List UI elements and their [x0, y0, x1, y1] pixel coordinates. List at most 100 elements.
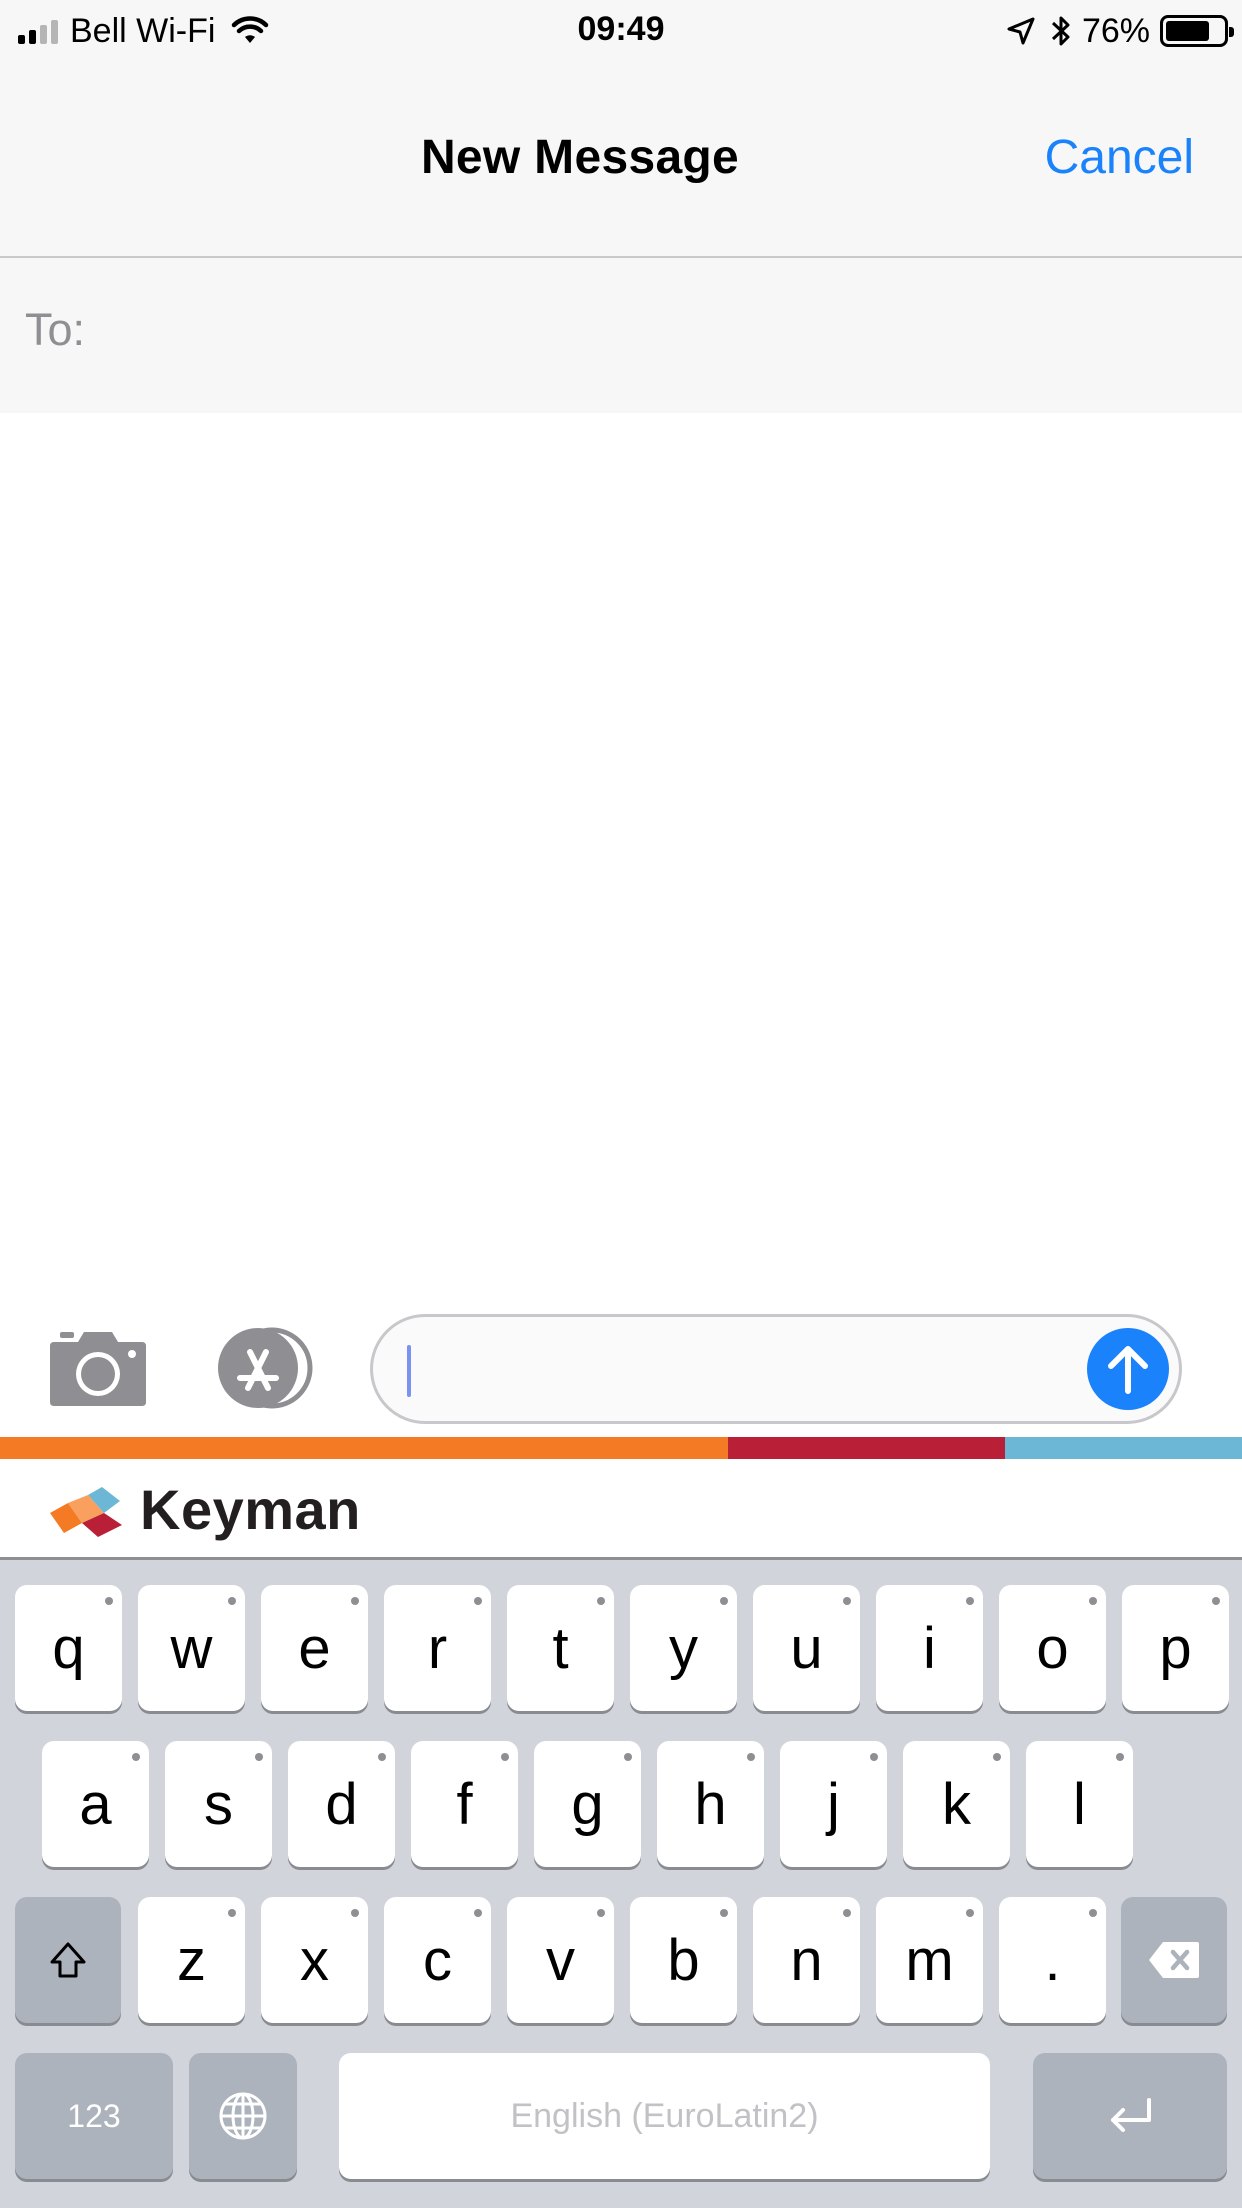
bluetooth-icon	[1051, 16, 1070, 46]
key-k[interactable]: k	[903, 1741, 1010, 1867]
space-bar[interactable]: English (EuroLatin2)	[339, 2053, 990, 2179]
key-v[interactable]: v	[507, 1897, 614, 2023]
key-o[interactable]: o	[999, 1585, 1106, 1711]
key-i[interactable]: i	[876, 1585, 983, 1711]
key-label: s	[204, 1771, 233, 1837]
numbers-key[interactable]: 123	[15, 2053, 173, 2179]
key-w[interactable]: w	[138, 1585, 245, 1711]
keyboard: q w e r t y u i o p a s d f g h j k l z x c v b n m. 123 Englis…	[0, 1560, 1242, 2208]
longpress-indicator	[132, 1753, 140, 1761]
longpress-indicator	[474, 1597, 482, 1605]
status-right: 76%	[1006, 12, 1234, 50]
message-input[interactable]	[370, 1314, 1182, 1424]
globe-key[interactable]	[189, 2053, 297, 2179]
battery-fill	[1166, 21, 1209, 41]
longpress-indicator	[597, 1597, 605, 1605]
app-store-icon	[218, 1327, 313, 1409]
key-s[interactable]: s	[165, 1741, 272, 1867]
to-field[interactable]: To:	[0, 258, 1242, 413]
key-r[interactable]: r	[384, 1585, 491, 1711]
keyman-brand-name: Keyman	[140, 1478, 361, 1541]
longpress-indicator	[228, 1597, 236, 1605]
longpress-indicator	[870, 1753, 878, 1761]
key-g[interactable]: g	[534, 1741, 641, 1867]
keyman-logo-icon	[50, 1487, 122, 1537]
camera-icon	[50, 1332, 146, 1406]
key-b[interactable]: b	[630, 1897, 737, 2023]
key-j[interactable]: j	[780, 1741, 887, 1867]
text-caret	[407, 1345, 411, 1397]
key-c[interactable]: c	[384, 1897, 491, 2023]
key-z[interactable]: z	[138, 1897, 245, 2023]
key-q[interactable]: q	[15, 1585, 122, 1711]
longpress-indicator	[720, 1597, 728, 1605]
longpress-indicator	[255, 1753, 263, 1761]
key-label: j	[827, 1771, 840, 1837]
app-store-button[interactable]	[210, 1326, 320, 1410]
longpress-indicator	[228, 1909, 236, 1917]
longpress-indicator	[351, 1909, 359, 1917]
key-label: b	[667, 1927, 700, 1993]
return-key[interactable]	[1033, 2053, 1227, 2179]
key-label: .	[1044, 1927, 1061, 1993]
key-label: u	[790, 1615, 823, 1681]
longpress-indicator	[1116, 1753, 1124, 1761]
key-t[interactable]: t	[507, 1585, 614, 1711]
battery-icon	[1160, 15, 1234, 47]
globe-icon	[219, 2092, 267, 2140]
longpress-indicator	[378, 1753, 386, 1761]
key-label: w	[170, 1615, 213, 1681]
key-label: q	[52, 1615, 85, 1681]
key-m[interactable]: m	[876, 1897, 983, 2023]
key-label: n	[790, 1927, 823, 1993]
key-label: v	[546, 1927, 575, 1993]
key-label: o	[1036, 1615, 1069, 1681]
key-n[interactable]: n	[753, 1897, 860, 2023]
camera-button[interactable]	[48, 1328, 148, 1408]
key-l[interactable]: l	[1026, 1741, 1133, 1867]
key-label: h	[694, 1771, 727, 1837]
key-e[interactable]: e	[261, 1585, 368, 1711]
key-label: l	[1073, 1771, 1086, 1837]
key-x[interactable]: x	[261, 1897, 368, 2023]
key-h[interactable]: h	[657, 1741, 764, 1867]
key-label: m	[905, 1927, 954, 1993]
key-y[interactable]: y	[630, 1585, 737, 1711]
numbers-key-label: 123	[67, 2097, 121, 2134]
longpress-indicator	[351, 1597, 359, 1605]
key-label: x	[300, 1927, 329, 1993]
to-label: To:	[25, 304, 86, 355]
shift-key[interactable]	[15, 1897, 121, 2023]
longpress-indicator	[1212, 1597, 1220, 1605]
key-p[interactable]: p	[1122, 1585, 1229, 1711]
nav-bar: New Message Cancel	[0, 62, 1242, 258]
longpress-indicator	[597, 1909, 605, 1917]
longpress-indicator	[843, 1597, 851, 1605]
key-label: z	[177, 1927, 206, 1993]
message-thread-area	[0, 413, 1242, 1313]
send-button[interactable]	[1087, 1328, 1169, 1410]
key-label: r	[427, 1615, 448, 1681]
key-u[interactable]: u	[753, 1585, 860, 1711]
composer-bar	[0, 1300, 1242, 1436]
longpress-indicator	[105, 1597, 113, 1605]
key-f[interactable]: f	[411, 1741, 518, 1867]
key-a[interactable]: a	[42, 1741, 149, 1867]
key-label: a	[79, 1771, 112, 1837]
send-arrow-icon	[1108, 1346, 1148, 1394]
page-title: New Message	[420, 131, 740, 184]
longpress-indicator	[501, 1753, 509, 1761]
backspace-key[interactable]	[1121, 1897, 1227, 2023]
key-label: e	[298, 1615, 331, 1681]
space-bar-label: English (EuroLatin2)	[510, 2096, 819, 2135]
longpress-indicator	[993, 1753, 1001, 1761]
key-label: t	[552, 1615, 569, 1681]
key-label: g	[571, 1771, 604, 1837]
key-period[interactable]: .	[999, 1897, 1106, 2023]
keyman-banner: Keyman	[0, 1459, 1242, 1560]
key-label: c	[423, 1927, 452, 1993]
status-bar: Bell Wi-Fi 09:49 76%	[0, 0, 1242, 62]
key-d[interactable]: d	[288, 1741, 395, 1867]
key-label: f	[456, 1771, 473, 1837]
cancel-button[interactable]: Cancel	[1045, 130, 1194, 185]
